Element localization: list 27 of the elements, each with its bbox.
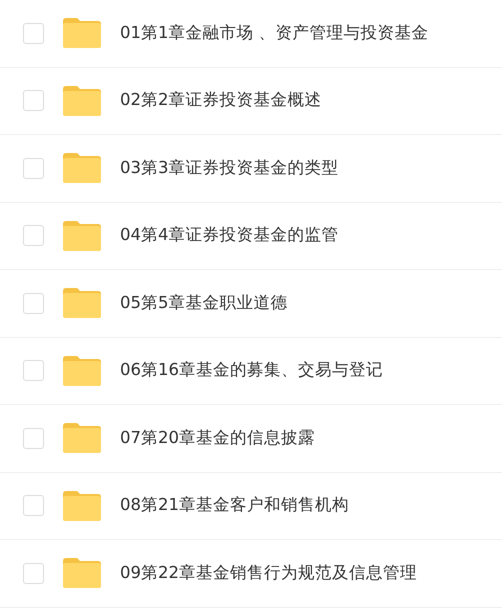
checkbox[interactable] <box>23 495 44 516</box>
folder-name[interactable]: 09第22章基金销售行为规范及信息管理 <box>120 560 417 586</box>
folder-icon <box>62 287 102 320</box>
checkbox[interactable] <box>23 292 44 314</box>
folder-name[interactable]: 01第1章金融市场 、资产管理与投资基金 <box>120 20 429 46</box>
folder-name[interactable]: 04第4章证券投资基金的监管 <box>120 223 338 248</box>
folder-name[interactable]: 07第20章基金的信息披露 <box>120 426 315 451</box>
folder-icon <box>62 152 102 184</box>
folder-icon <box>62 84 102 117</box>
folder-icon <box>62 17 102 50</box>
checkbox[interactable] <box>23 90 44 112</box>
checkbox[interactable] <box>23 562 44 584</box>
checkbox[interactable] <box>23 22 44 44</box>
folder-name[interactable]: 02第2章证券投资基金概述 <box>120 88 322 114</box>
folder-icon <box>62 557 102 590</box>
checkbox[interactable] <box>23 158 44 179</box>
folder-name[interactable]: 08第21章基金客户和销售机构 <box>120 493 349 518</box>
checkbox[interactable] <box>23 428 44 449</box>
folder-name[interactable]: 05第5章基金职业道德 <box>120 290 288 316</box>
folder-icon <box>62 490 102 522</box>
folder-icon <box>62 422 102 454</box>
folder-name[interactable]: 03第3章证券投资基金的类型 <box>120 156 338 181</box>
checkbox[interactable] <box>23 360 44 382</box>
folder-name[interactable]: 06第16章基金的募集、交易与登记 <box>120 358 383 384</box>
folder-icon <box>62 220 102 252</box>
folder-icon <box>62 354 102 387</box>
checkbox[interactable] <box>23 225 44 246</box>
